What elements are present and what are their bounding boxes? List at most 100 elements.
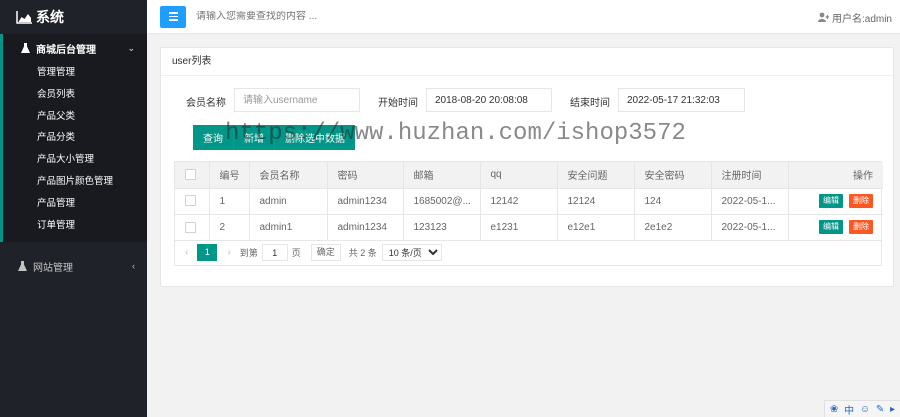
user-menu[interactable]: 用户名:admin [817,0,892,34]
nav-head-site-label: 网站管理 [33,262,73,274]
user-name: 用户名:admin [831,13,892,25]
logo[interactable]: 系统 [0,0,147,34]
col-member-name: 会员名称 [249,162,328,189]
cell-email: 123123 [403,214,481,240]
sidebar-item-product-size[interactable]: 产品大小管理 [3,149,147,171]
cell-security-password: 2e1e2 [634,214,712,240]
select-all-checkbox[interactable] [185,169,196,181]
delete-button[interactable]: 删除 [849,220,873,235]
col-security-password: 安全密码 [634,162,712,189]
chevron-down-icon: ⌄ [127,42,135,53]
flask-icon [18,261,27,272]
cell-qq: e1231 [480,214,558,240]
table-row: 1 admin admin1234 1685002@... 12142 1212… [175,188,883,215]
select-all-cell[interactable] [175,162,210,189]
cell-security-question: e12e1 [557,214,635,240]
cell-register-time: 2022-05-1... [711,188,789,215]
pagination: ‹ 1 › 到第 页 确定 共 2 条 10 条/页 [174,240,882,266]
nav-group-site: 网站管理 ‹ [0,252,147,280]
paw-icon[interactable]: ❀ [830,404,838,415]
sidebar-item-product-category[interactable]: 产品分类 [3,127,147,149]
menu-icon-line [168,12,178,14]
sidebar-item-members[interactable]: 会员列表 [3,84,147,106]
ime-toolbar: ❀ 中 ☺ ✎ ▸ [824,400,900,417]
action-buttons: 查询 新增 删除选中数据 [193,125,355,150]
page-unit-label: 页 [291,248,301,258]
filter-row: 会员名称 开始时间 结束时间 [161,88,893,112]
prev-page-button[interactable]: ‹ [185,247,188,258]
sidebar-item-orders[interactable]: 订单管理 [3,215,147,237]
sidebar-item-product-parent[interactable]: 产品父类 [3,106,147,128]
delete-selected-button[interactable]: 删除选中数据 [274,125,355,150]
col-id: 编号 [209,162,250,189]
delete-button[interactable]: 删除 [849,194,873,208]
sidebar-item-admin[interactable]: 管理管理 [3,62,147,84]
user-plus-icon [817,12,829,22]
row-select-cell[interactable] [175,214,210,240]
area-chart-icon [16,10,32,24]
chevron-left-icon: ‹ [132,261,135,272]
col-security-question: 安全问题 [557,162,635,189]
pen-icon[interactable]: ✎ [876,404,884,415]
col-register-time: 注册时间 [711,162,789,189]
nav-group-mall: 商城后台管理 ⌄ 管理管理 会员列表 产品父类 产品分类 产品大小管理 产品图片… [0,34,147,243]
goto-confirm-button[interactable]: 确定 [310,244,341,261]
logo-text: 系统 [36,9,64,25]
cell-email: 1685002@... [403,188,481,215]
sidebar-item-product[interactable]: 产品管理 [3,193,147,215]
goto-page-input[interactable] [261,244,288,261]
flask-icon [21,43,30,53]
cell-id: 2 [209,214,250,240]
end-time-label: 结束时间 [570,98,610,109]
start-time-input[interactable] [426,88,552,112]
menu-toggle-button[interactable] [160,5,186,28]
top-header: 用户名:admin [147,0,900,34]
cell-actions: 编辑 删除 [788,188,883,215]
next-page-button[interactable]: › [227,247,230,258]
query-button[interactable]: 查询 [193,125,233,150]
current-page[interactable]: 1 [197,244,218,261]
row-checkbox[interactable] [185,221,196,233]
cell-security-password: 124 [634,188,712,215]
sidebar: 系统 商城后台管理 ⌄ 管理管理 会员列表 产品父类 产品分类 产品大小管理 产… [0,0,147,417]
more-icon[interactable]: ▸ [890,404,895,415]
nav-head-site[interactable]: 网站管理 ‹ [0,252,147,280]
col-qq: qq [480,162,558,189]
col-actions: 操作 [788,162,883,189]
page-size-select[interactable]: 10 条/页 [381,244,442,261]
end-time-input[interactable] [618,88,745,112]
menu-icon-line [168,15,178,18]
user-list-panel: user列表 会员名称 开始时间 结束时间 查询 新增 删除选中数据 编号 会员… [160,47,894,287]
cell-member-name: admin [249,188,328,215]
table-row: 2 admin1 admin1234 123123 e1231 e12e1 2e… [175,214,883,240]
cell-qq: 12142 [480,188,558,215]
cell-password: admin1234 [327,214,404,240]
add-button[interactable]: 新增 [233,125,274,150]
nav-head-mall[interactable]: 商城后台管理 ⌄ [3,34,147,62]
member-name-label: 会员名称 [186,98,226,109]
goto-label: 到第 [239,248,258,258]
row-checkbox[interactable] [185,195,196,207]
sub-list-mall: 管理管理 会员列表 产品父类 产品分类 产品大小管理 产品图片颜色管理 产品管理… [3,62,147,243]
ime-lang-toggle[interactable]: 中 [844,402,854,417]
table-header-row: 编号 会员名称 密码 邮箱 qq 安全问题 安全密码 注册时间 操作 [175,162,883,189]
start-time-label: 开始时间 [378,98,418,109]
row-select-cell[interactable] [175,188,210,215]
cell-register-time: 2022-05-1... [711,214,789,240]
col-email: 邮箱 [403,162,481,189]
nav-head-mall-label: 商城后台管理 [36,44,96,56]
cell-id: 1 [209,188,250,215]
sidebar-item-product-image-color[interactable]: 产品图片颜色管理 [3,171,147,193]
cell-security-question: 12124 [557,188,635,215]
edit-button[interactable]: 编辑 [819,220,843,235]
search-input[interactable] [196,11,496,22]
smiley-icon[interactable]: ☺ [860,404,870,415]
col-password: 密码 [327,162,404,189]
cell-actions: 编辑 删除 [788,214,883,240]
panel-title: user列表 [161,48,893,76]
member-name-input[interactable] [234,88,360,112]
cell-member-name: admin1 [249,214,328,240]
cell-password: admin1234 [327,188,404,215]
edit-button[interactable]: 编辑 [819,194,843,208]
user-table: 编号 会员名称 密码 邮箱 qq 安全问题 安全密码 注册时间 操作 1 adm… [174,161,883,241]
